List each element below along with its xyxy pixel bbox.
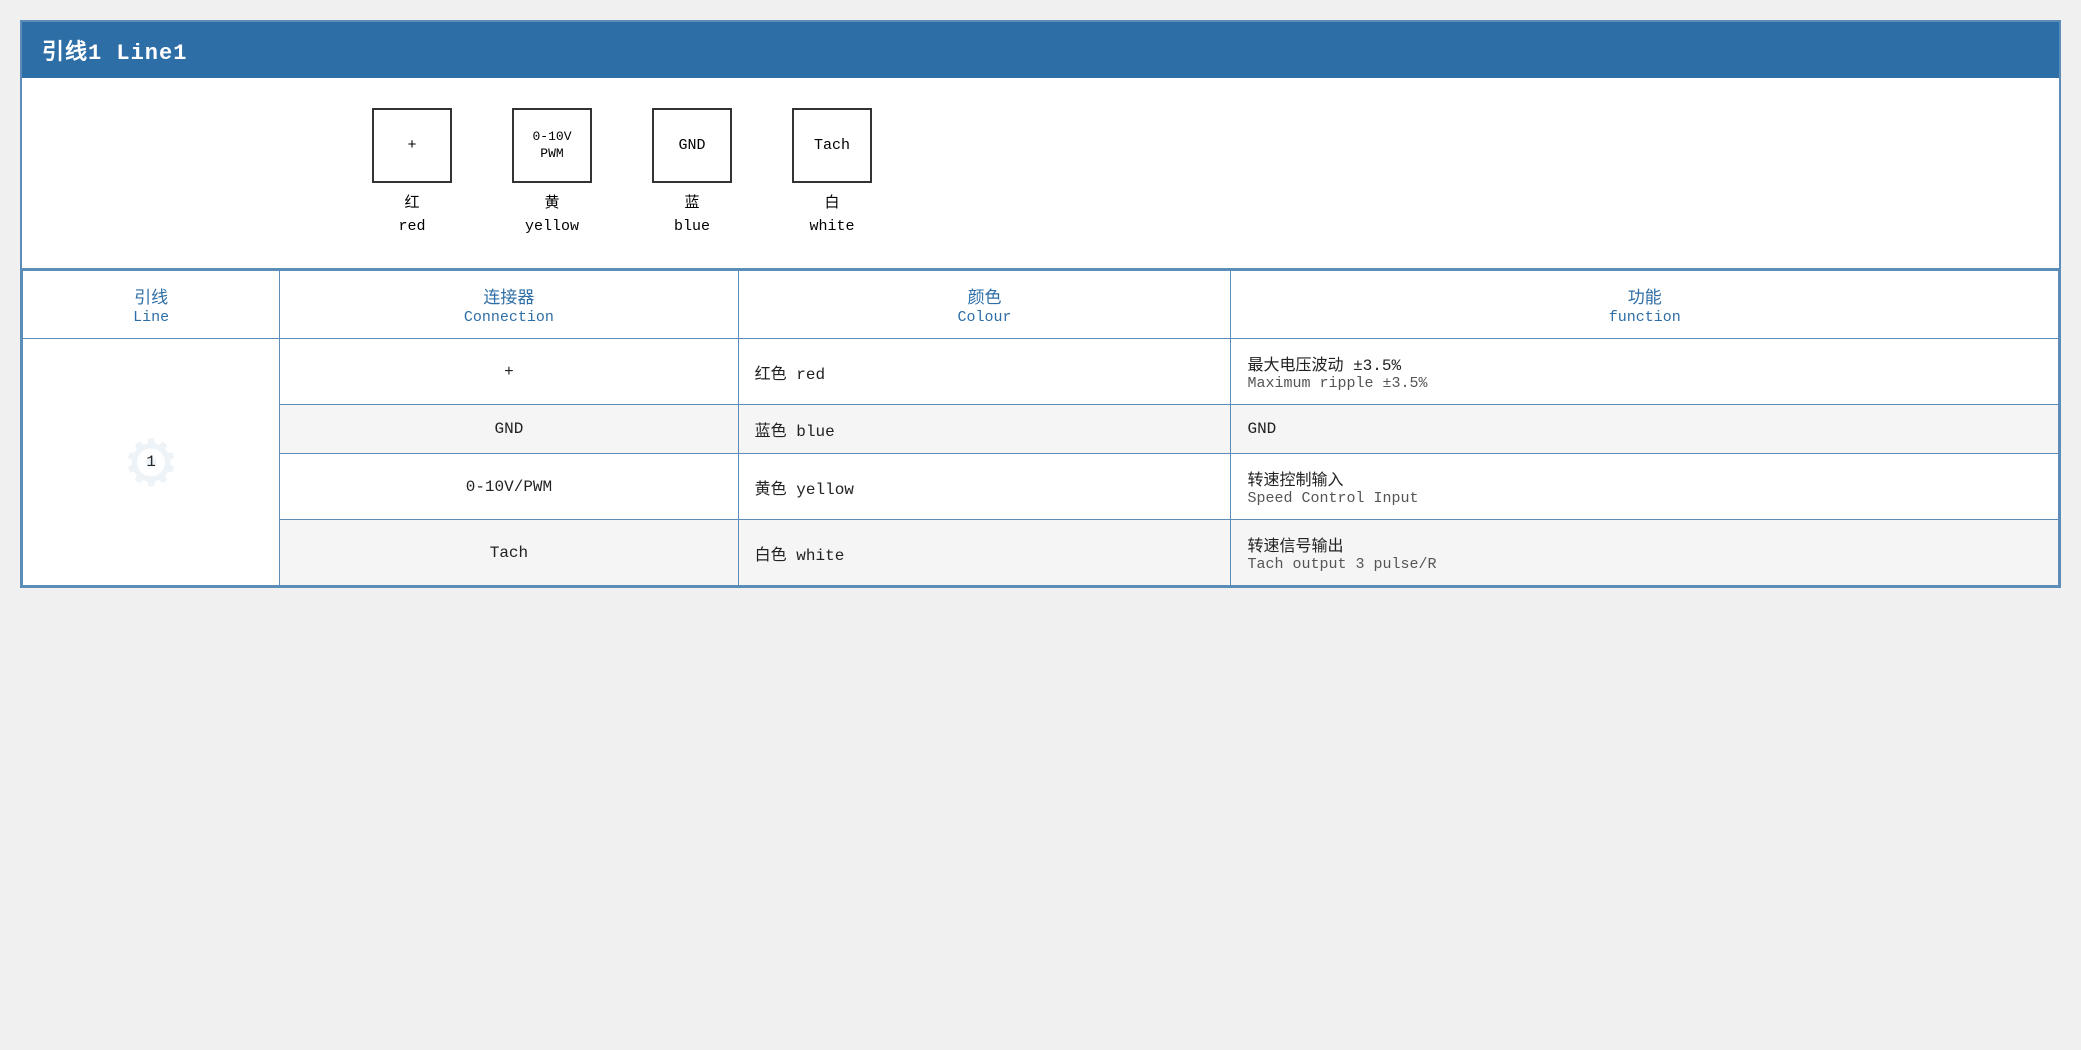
main-container: 引线1 Line1 + 红 red 0-10VPWM 黄 yellow GND …: [20, 20, 2061, 588]
function-cell-pwm: 转速控制输入 Speed Control Input: [1231, 454, 2059, 520]
connector-box-plus: +: [372, 108, 452, 183]
connector-pwm: 0-10VPWM 黄 yellow: [512, 108, 592, 238]
colour-cell-yellow: 黄色 yellow: [738, 454, 1231, 520]
data-table: 引线 Line 连接器 Connection 颜色 Colour 功能 func…: [22, 270, 2059, 586]
colour-cell-white: 白色 white: [738, 520, 1231, 586]
col-header-colour: 颜色 Colour: [738, 271, 1231, 339]
header-title: 引线1 Line1: [42, 41, 187, 66]
colour-cell-blue: 蓝色 blue: [738, 405, 1231, 454]
table-row: 1 ⚙ + 红色 red 最大电压波动 ±3.5% Maximum ripple…: [23, 339, 2059, 405]
line-number-cell: 1 ⚙: [23, 339, 280, 586]
connector-tach: Tach 白 white: [792, 108, 872, 238]
diagram-row: + 红 red 0-10VPWM 黄 yellow GND 蓝 blue Tac…: [22, 78, 2059, 270]
colour-cell-red: 红色 red: [738, 339, 1231, 405]
col-header-line: 引线 Line: [23, 271, 280, 339]
connector-gnd: GND 蓝 blue: [652, 108, 732, 238]
connector-box-gnd: GND: [652, 108, 732, 183]
col-header-function: 功能 function: [1231, 271, 2059, 339]
connector-label-tach: 白 white: [809, 193, 854, 238]
connector-box-pwm: 0-10VPWM: [512, 108, 592, 183]
connector-label-gnd: 蓝 blue: [674, 193, 710, 238]
table-row: GND 蓝色 blue GND: [23, 405, 2059, 454]
table-row: 0-10V/PWM 黄色 yellow 转速控制输入 Speed Control…: [23, 454, 2059, 520]
table-header: 引线1 Line1: [22, 22, 2059, 78]
connection-cell-plus: +: [280, 339, 738, 405]
function-cell-gnd: GND: [1231, 405, 2059, 454]
table-header-row: 引线 Line 连接器 Connection 颜色 Colour 功能 func…: [23, 271, 2059, 339]
connector-label-plus: 红 red: [398, 193, 425, 238]
col-header-connection: 连接器 Connection: [280, 271, 738, 339]
connector-plus: + 红 red: [372, 108, 452, 238]
table-row: Tach 白色 white 转速信号输出 Tach output 3 pulse…: [23, 520, 2059, 586]
connector-box-tach: Tach: [792, 108, 872, 183]
function-cell-tach: 转速信号输出 Tach output 3 pulse/R: [1231, 520, 2059, 586]
connection-cell-gnd: GND: [280, 405, 738, 454]
function-cell-red: 最大电压波动 ±3.5% Maximum ripple ±3.5%: [1231, 339, 2059, 405]
connector-label-pwm: 黄 yellow: [525, 193, 579, 238]
connection-cell-tach: Tach: [280, 520, 738, 586]
connection-cell-pwm: 0-10V/PWM: [280, 454, 738, 520]
